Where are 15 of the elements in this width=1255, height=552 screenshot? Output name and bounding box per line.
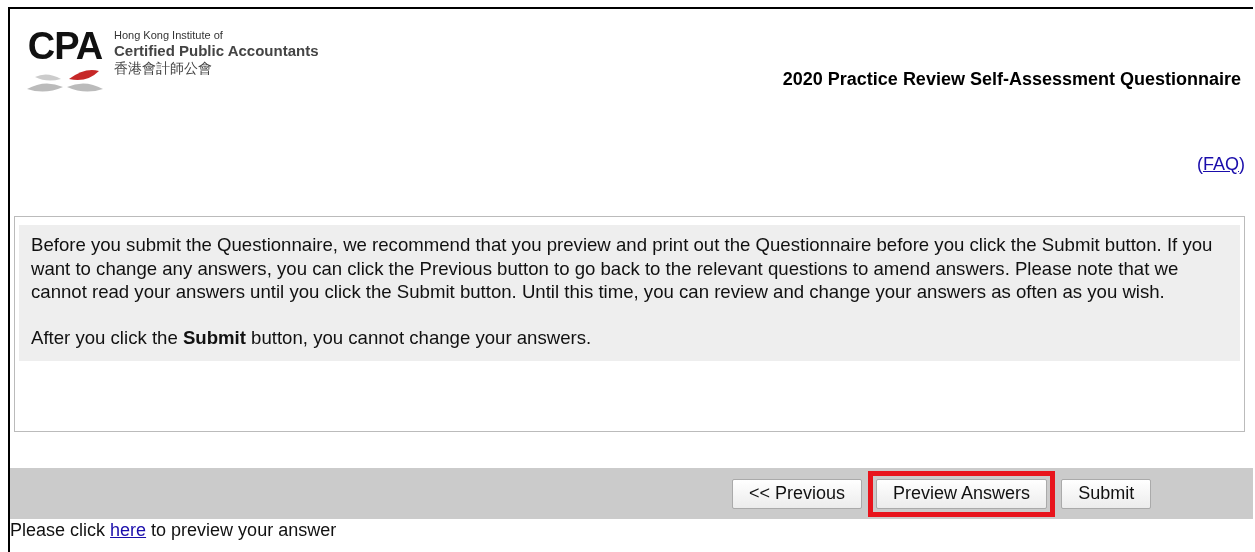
parenthesis: ) [1239,154,1245,176]
nav-button[interactable]: Preview Answers [876,478,1048,509]
nav-button[interactable]: << Previous [732,478,863,509]
nav-button[interactable]: Submit [1061,478,1152,509]
notice-text: After you click the Submit button, you cannot change your answers. [31,325,593,349]
page-title: 2020 Practice Review Self-Assessment Questionnaire [782,69,1241,90]
logo-text: Hong Kong Institute of [114,29,224,41]
logo-mark: CPA [27,27,103,65]
preview-instruction: Please click here to preview your answer [10,519,338,541]
logo-text: 香港會計師公會 [114,60,213,78]
here-link[interactable]: here [110,520,147,540]
parenthesis: ( [1197,154,1203,176]
faq-link[interactable]: FAQ [1203,154,1239,216]
logo-text: Certified Public Accountants [114,42,319,59]
notice-text: Before you submit the Questionnaire, we recommend that you preview and print out the Questionnaire before you click the Submit button. If you want to change any answers, you can click the Previous button to go back to the relevant questions to amend answers. Please note that we cannot read your answers until you click the Submit button. Until this time, you can review and change your answers as often as you wish. [31,233,1214,304]
